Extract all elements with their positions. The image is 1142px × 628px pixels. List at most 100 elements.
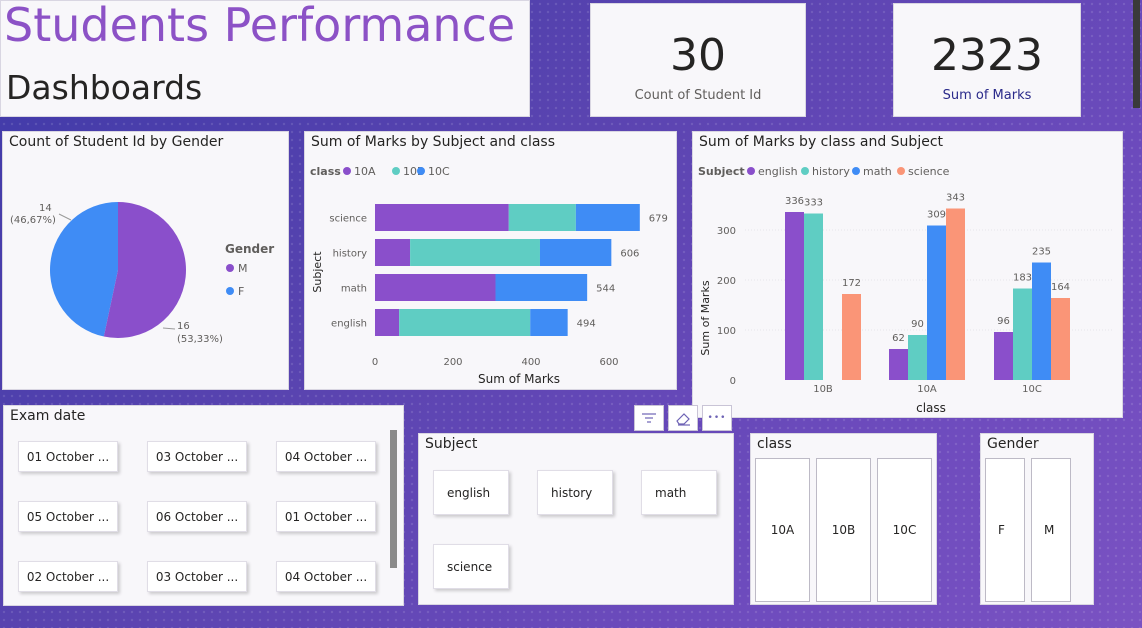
legend-item-science[interactable]: science <box>908 165 950 178</box>
legend-item-m[interactable]: M <box>238 262 248 275</box>
y-tick-label: 200 <box>717 276 736 287</box>
legend-item-english[interactable]: english <box>758 165 798 178</box>
bar-10A-english[interactable] <box>889 349 908 380</box>
subject-option[interactable]: math <box>641 470 717 515</box>
y-tick-label: 300 <box>717 226 736 237</box>
legend-marker-history <box>801 167 809 175</box>
title-accent-bar <box>1133 0 1140 108</box>
bar-english-10c[interactable] <box>530 309 568 336</box>
exam-date-option[interactable]: 05 October ... <box>18 501 118 532</box>
bar-10B-science[interactable] <box>842 294 861 380</box>
pie-label-pct: (53,33%) <box>177 334 223 345</box>
data-label: 333 <box>804 198 823 209</box>
more-options-button[interactable]: ••• <box>702 405 732 431</box>
kpi-card-student-count[interactable]: 30 Count of Student Id <box>590 3 806 117</box>
class-option[interactable]: 10B <box>816 458 871 602</box>
kpi-card-sum-marks[interactable]: 2323 Sum of Marks <box>893 3 1081 117</box>
bar-10C-history[interactable] <box>1013 288 1032 381</box>
bar-math-10c[interactable] <box>495 274 588 301</box>
bar-english-10b[interactable] <box>399 309 531 336</box>
bar-history-10c[interactable] <box>539 239 612 266</box>
slicer-title: Subject <box>425 436 478 452</box>
bar-10B-history[interactable] <box>804 213 823 381</box>
bar-10A-history[interactable] <box>908 335 927 380</box>
class-slicer[interactable]: class 10A 10B 10C <box>750 433 937 605</box>
data-label: 164 <box>1051 282 1070 293</box>
filter-icon <box>642 413 656 423</box>
x-axis-title: class <box>916 401 946 415</box>
clear-selections-button[interactable] <box>668 405 698 431</box>
bar-10C-science[interactable] <box>1051 298 1070 380</box>
exam-date-option[interactable]: 01 October ... <box>276 501 376 532</box>
gender-option[interactable]: M <box>1031 458 1071 602</box>
legend-marker-10c <box>417 167 425 175</box>
exam-date-option[interactable]: 03 October ... <box>147 441 247 472</box>
subject-option[interactable]: english <box>433 470 509 515</box>
gender-option[interactable]: F <box>985 458 1025 602</box>
bar-science-10a[interactable] <box>375 204 509 231</box>
slicer-title: Exam date <box>10 408 86 424</box>
y-axis-title: Subject <box>311 251 324 293</box>
y-tick-label: math <box>341 284 367 295</box>
legend-item-10c[interactable]: 10C <box>428 165 450 178</box>
bar-science-10c[interactable] <box>575 204 640 231</box>
exam-date-option[interactable]: 01 October ... <box>18 441 118 472</box>
exam-date-option[interactable]: 04 October ... <box>276 561 376 592</box>
legend-title: class <box>310 165 341 178</box>
exam-date-option[interactable]: 06 October ... <box>147 501 247 532</box>
data-label: 183 <box>1013 273 1032 284</box>
x-tick-label: 400 <box>521 357 540 368</box>
subject-option[interactable]: science <box>433 544 509 589</box>
hbar-chart-card[interactable]: Sum of Marks by Subject and class class … <box>304 131 677 390</box>
exam-date-slicer[interactable]: Exam date 01 October ... 03 October ... … <box>3 405 404 606</box>
pie-chart-card[interactable]: Count of Student Id by Gender 14 (46,67%… <box>2 131 289 390</box>
x-tick-label: 200 <box>443 357 462 368</box>
data-label: 235 <box>1032 247 1051 258</box>
kpi-label: Sum of Marks <box>942 88 1032 103</box>
vbar-chart-card[interactable]: Sum of Marks by class and Subject Subjec… <box>692 131 1123 418</box>
data-label: 90 <box>911 319 924 330</box>
bar-history-10b[interactable] <box>410 239 540 266</box>
legend-marker-english <box>747 167 755 175</box>
bar-10A-science[interactable] <box>946 208 965 381</box>
dashboard-title-card: Students Performance Dashboards <box>0 0 1140 117</box>
slicer-title: Gender <box>987 436 1039 452</box>
legend-item-10a[interactable]: 10A <box>354 165 376 178</box>
bar-math-10a[interactable] <box>375 274 496 301</box>
kpi-value: 2323 <box>931 30 1043 81</box>
bar-10C-math[interactable] <box>1032 262 1051 381</box>
class-option[interactable]: 10A <box>755 458 810 602</box>
x-tick-label: 10C <box>1022 384 1042 395</box>
y-tick-label: science <box>329 214 367 225</box>
pie-slice-f[interactable] <box>50 202 118 337</box>
bar-history-10a[interactable] <box>375 239 411 266</box>
bar-science-10b[interactable] <box>508 204 576 231</box>
bar-10C-english[interactable] <box>994 332 1013 380</box>
exam-date-option[interactable]: 02 October ... <box>18 561 118 592</box>
more-options-icon: ••• <box>707 413 727 423</box>
filter-button[interactable] <box>634 405 664 431</box>
bar-10B-english[interactable] <box>785 212 804 380</box>
legend-item-f[interactable]: F <box>238 285 244 298</box>
dashboard-subtitle: Dashboards <box>6 68 203 107</box>
exam-date-option[interactable]: 03 October ... <box>147 561 247 592</box>
legend-marker-10b <box>392 167 400 175</box>
pie-leader-line <box>162 327 176 330</box>
gender-slicer[interactable]: Gender F M <box>980 433 1094 605</box>
x-tick-label: 10A <box>917 384 937 395</box>
legend-marker-science <box>897 167 905 175</box>
exam-date-option[interactable]: 04 October ... <box>276 441 376 472</box>
class-option[interactable]: 10C <box>877 458 932 602</box>
legend-item-history[interactable]: history <box>812 165 850 178</box>
pie-label-value: 16 <box>177 321 190 332</box>
y-tick-label: 100 <box>717 326 736 337</box>
kpi-label: Count of Student Id <box>634 88 762 103</box>
vbar-chart: Subject english history math science Sum… <box>698 165 1113 415</box>
subject-slicer[interactable]: Subject english history math science <box>418 433 734 605</box>
bar-10A-math[interactable] <box>927 225 946 381</box>
legend-item-math[interactable]: math <box>863 165 892 178</box>
slicer-scrollbar[interactable] <box>390 430 397 568</box>
subject-option[interactable]: history <box>537 470 613 515</box>
bar-english-10a[interactable] <box>375 309 400 336</box>
pie-label-pct: (46,67%) <box>10 215 56 226</box>
